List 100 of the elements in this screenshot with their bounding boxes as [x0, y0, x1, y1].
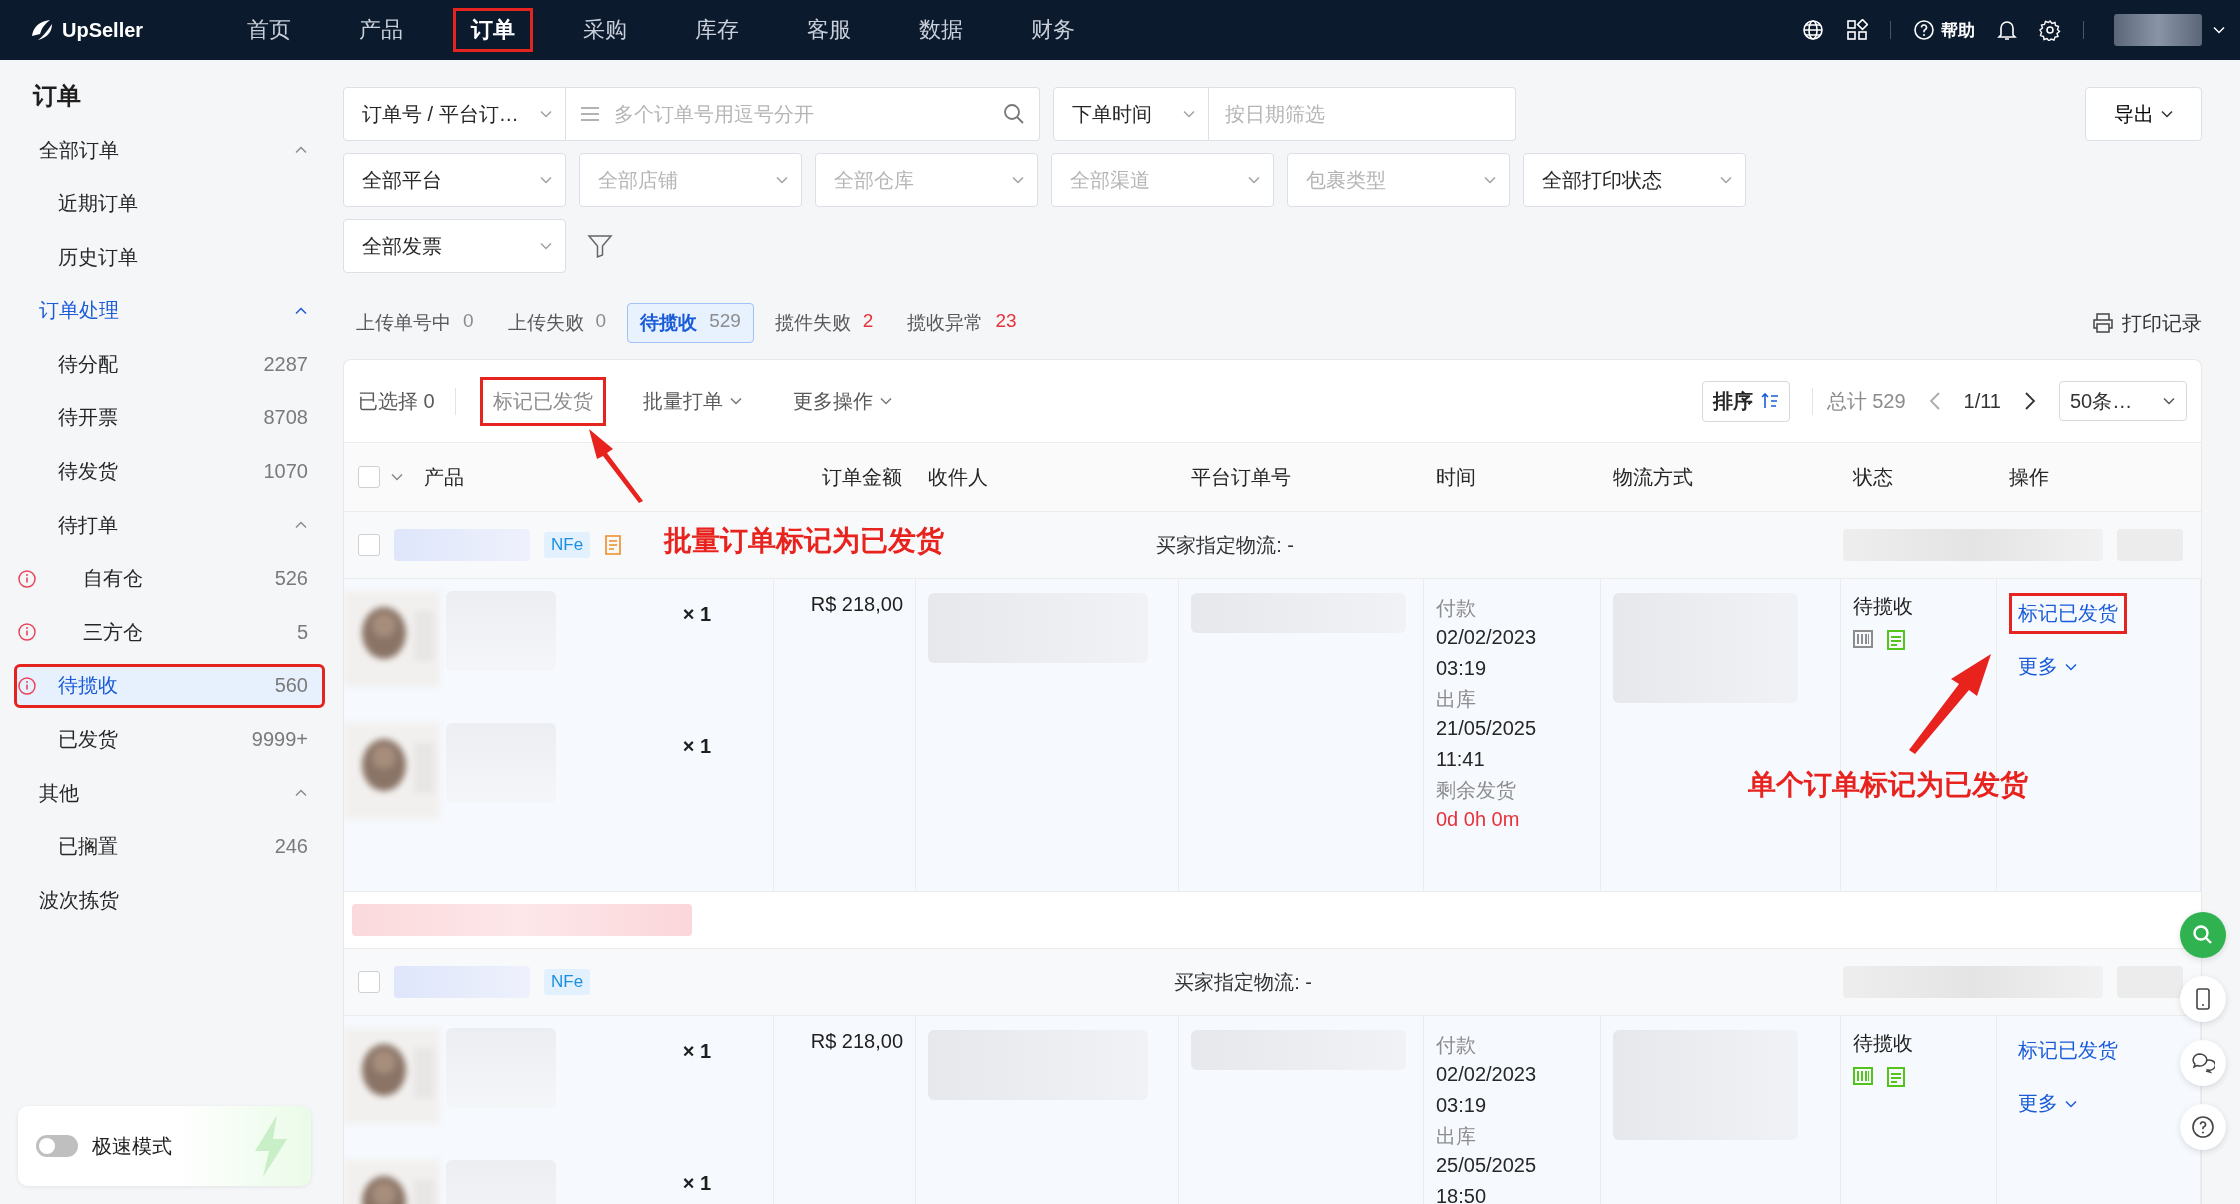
search-button[interactable]: [2180, 912, 2226, 958]
help-button[interactable]: [2180, 1104, 2226, 1150]
column-header: 平台订单号: [1190, 464, 1292, 490]
nav-tab[interactable]: 库存: [677, 7, 757, 53]
chat-button[interactable]: [2180, 1040, 2226, 1086]
checkbox[interactable]: [358, 971, 380, 993]
status-tab[interactable]: 揽件失败 2: [761, 303, 887, 343]
phone-button[interactable]: [2180, 976, 2226, 1022]
checkbox[interactable]: [358, 534, 380, 556]
sidebar-item[interactable]: 待发货 1070: [14, 449, 325, 494]
dropdown-button[interactable]: 批量打单: [629, 376, 756, 426]
help-icon: [1913, 19, 1935, 41]
date-field[interactable]: 按日期筛选: [1209, 87, 1516, 141]
column-header: 订单金额: [821, 464, 903, 490]
speed-mode-label: 极速模式: [92, 1133, 172, 1159]
globe-icon[interactable]: [1802, 19, 1824, 41]
search-icon[interactable]: [1003, 103, 1025, 125]
help-button[interactable]: 帮助: [1913, 18, 1975, 42]
checkbox[interactable]: [358, 466, 380, 488]
logistics-text: 买家指定物流: -: [1156, 532, 1294, 558]
nav-tab[interactable]: 财务: [1013, 7, 1093, 53]
time-value: 25/05/2025: [1436, 1153, 1538, 1178]
status-tab[interactable]: 待揽收 529: [627, 303, 754, 343]
more-dropdown[interactable]: 更多: [2009, 646, 2087, 687]
next-page-icon[interactable]: [2023, 391, 2037, 411]
barcode-icon[interactable]: [1853, 630, 1873, 648]
status-tab[interactable]: 上传失败 0: [494, 303, 620, 343]
nav-tab[interactable]: 首页: [229, 7, 309, 53]
nav-tab[interactable]: 客服: [789, 7, 869, 53]
sidebar-item[interactable]: 自有仓 526: [14, 556, 325, 601]
dropdown-select[interactable]: 全部平台: [343, 153, 566, 207]
settings-icon[interactable]: [2039, 19, 2061, 41]
search-input[interactable]: 多个订单号用逗号分开: [612, 101, 991, 127]
phone-icon: [2194, 987, 2212, 1011]
help-icon: [2191, 1115, 2215, 1139]
column-header: 时间: [1435, 464, 1477, 490]
annotation-text: 批量订单标记为已发货: [664, 524, 944, 558]
previous-page-icon[interactable]: [1927, 391, 1942, 411]
search-type-select[interactable]: 订单号 / 平台订…: [343, 87, 566, 141]
document-icon[interactable]: [1887, 1067, 1905, 1087]
time-label: 出库: [1436, 687, 1477, 712]
quantity: × 1: [682, 1040, 711, 1063]
column-header: 物流方式: [1612, 464, 1694, 490]
sidebar-item[interactable]: 已发货 9999+: [14, 717, 325, 762]
more-dropdown[interactable]: 更多: [2009, 1083, 2087, 1124]
total-count: 总计 529: [1811, 387, 1906, 415]
nav-tab[interactable]: 数据: [901, 7, 981, 53]
sidebar-item[interactable]: 其他: [14, 771, 325, 816]
sidebar-item[interactable]: 历史订单: [14, 235, 325, 280]
nav-tab[interactable]: 订单: [453, 7, 533, 53]
quantity: × 1: [682, 735, 711, 758]
export-button[interactable]: 导出: [2085, 87, 2202, 141]
time-value: 03:19: [1436, 656, 1488, 681]
time-value: 03:19: [1436, 1093, 1488, 1118]
sidebar-item[interactable]: 三方仓 5: [14, 610, 325, 655]
column-header: 状态: [1852, 464, 1894, 490]
time-value: 11:41: [1436, 747, 1486, 772]
document-icon[interactable]: [1887, 630, 1905, 650]
sidebar-item[interactable]: 待开票 8708: [14, 395, 325, 440]
column-header: 产品: [424, 464, 464, 490]
mark-shipped-link[interactable]: 标记已发货: [2009, 1030, 2127, 1071]
status-tab[interactable]: 揽收异常 23: [894, 303, 1030, 343]
sidebar-item[interactable]: 待分配 2287: [14, 342, 325, 387]
nfe-tag: NFe: [544, 969, 591, 995]
order-status: 待揽收: [1853, 1031, 1914, 1056]
bell-icon[interactable]: [1997, 19, 2017, 41]
print-log-button[interactable]: 打印记录: [2092, 309, 2202, 337]
note-icon[interactable]: [604, 534, 623, 556]
grid-icon[interactable]: [1846, 19, 1868, 41]
page-indicator: 1/11: [1963, 389, 2001, 413]
order-amount: R$ 218,00: [774, 579, 916, 891]
sort-icon: [1760, 392, 1779, 410]
sidebar-item[interactable]: 近期订单: [14, 181, 325, 226]
dropdown-button[interactable]: 更多操作: [779, 376, 906, 426]
dropdown-select[interactable]: 全部打印状态: [1523, 153, 1746, 207]
redacted-text: [2117, 966, 2183, 998]
sidebar-item[interactable]: 全部订单: [14, 128, 325, 172]
nav-tab[interactable]: 产品: [341, 7, 421, 53]
date-input[interactable]: 按日期筛选: [1223, 101, 1492, 127]
sidebar-item[interactable]: 待揽收 560: [14, 663, 325, 708]
nav-tab[interactable]: 采购: [565, 7, 645, 53]
sidebar-item[interactable]: 已搁置 246: [14, 824, 325, 869]
time-value: 21/05/2025: [1436, 716, 1538, 741]
sort-button[interactable]: 排序: [1701, 380, 1790, 422]
barcode-icon[interactable]: [1853, 1067, 1873, 1085]
account-name[interactable]: [2114, 14, 2202, 46]
mark-shipped-link[interactable]: 标记已发货: [2009, 593, 2127, 634]
filter-icon[interactable]: [587, 233, 613, 259]
sidebar-item[interactable]: 订单处理: [14, 288, 325, 333]
sidebar-item[interactable]: 波次拣货: [14, 878, 325, 923]
search-field[interactable]: 多个订单号用逗号分开: [566, 87, 1040, 141]
dropdown-select[interactable]: 全部发票: [343, 219, 566, 273]
time-value: 18:50: [1436, 1184, 1488, 1204]
brand-name: UpSeller: [62, 18, 144, 42]
time-value: 02/02/2023: [1436, 1062, 1538, 1087]
sidebar-item[interactable]: 待打单: [14, 503, 325, 548]
date-type-select[interactable]: 下单时间: [1053, 87, 1209, 141]
page-size-select[interactable]: 50条…: [2059, 381, 2187, 421]
toggle-switch[interactable]: [36, 1135, 78, 1157]
status-tab[interactable]: 上传单号中 0: [343, 303, 487, 343]
